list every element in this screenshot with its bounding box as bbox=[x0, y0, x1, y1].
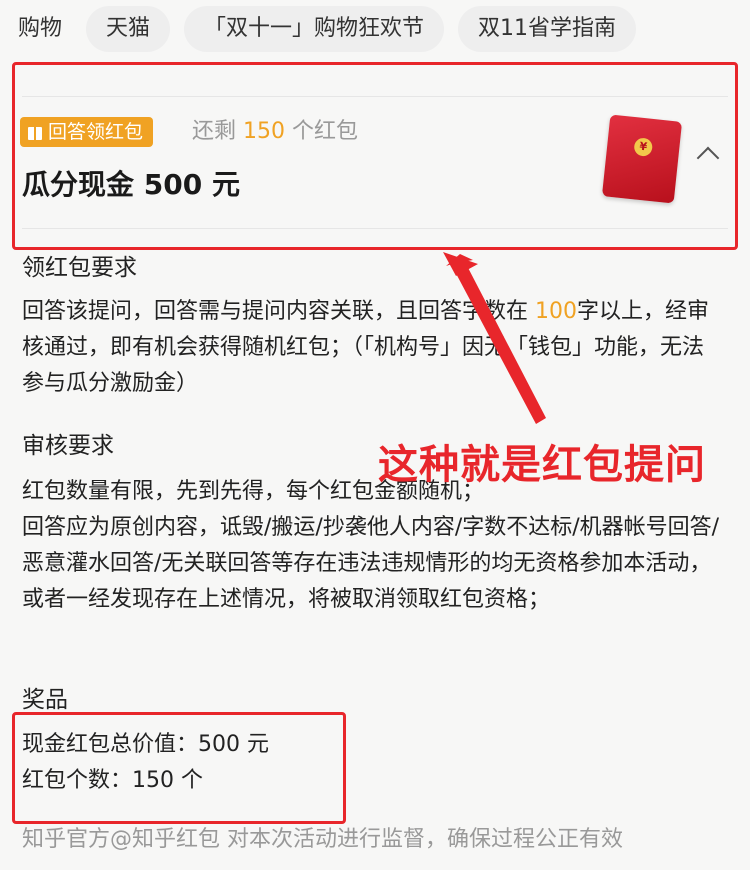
annotation-label: 这种就是红包提问 bbox=[378, 442, 706, 488]
